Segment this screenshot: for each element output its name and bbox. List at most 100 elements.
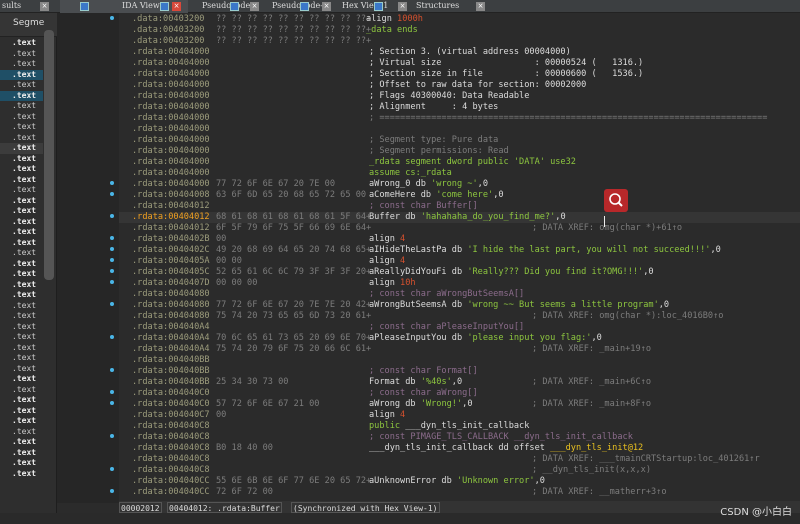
segment-row[interactable]: .text: [0, 217, 43, 228]
segment-row[interactable]: .text: [0, 175, 43, 186]
listing-line[interactable]: .rdata:004040C0 57 72 6F 6E 67 21 00 aWron…: [119, 399, 800, 410]
listing-line[interactable]: .data:00403200 ?? ?? ?? ?? ?? ?? ?? ?? ??…: [119, 14, 800, 25]
listing-line[interactable]: .rdata:00404000 ; Virtual size : 00000524…: [119, 58, 800, 69]
segment-row[interactable]: .text: [0, 248, 43, 259]
segment-row[interactable]: .text: [0, 206, 43, 217]
listing-line[interactable]: .rdata:00404000 ; Alignment : 4 bytes: [119, 102, 800, 113]
breakpoint-dot-icon[interactable]: [110, 401, 114, 405]
segment-row[interactable]: .text: [0, 80, 43, 91]
disassembly-listing[interactable]: .data:00403200 ?? ?? ?? ?? ?? ?? ?? ?? ??…: [119, 13, 800, 503]
tab-structures[interactable]: Structures ×: [352, 0, 492, 13]
listing-line[interactable]: .rdata:00404080 75 74 20 73 65 65 6D 73 2…: [119, 311, 800, 322]
segment-row[interactable]: .text: [0, 332, 43, 343]
segment-row[interactable]: .text: [0, 448, 43, 459]
segment-row[interactable]: .text: [0, 395, 43, 406]
xref-comment[interactable]: ; DATA XREF: _main+6C↑o: [532, 377, 651, 388]
breakpoint-dot-icon[interactable]: [110, 335, 114, 339]
listing-line[interactable]: .rdata:00404000 assume cs:_rdata: [119, 168, 800, 179]
breakpoint-dot-icon[interactable]: [110, 302, 114, 306]
segment-row[interactable]: .text: [0, 227, 43, 238]
xref-comment[interactable]: ; DATA XREF: ___tmainCRTStartup:loc_4012…: [532, 454, 760, 465]
listing-line[interactable]: .data:00403200 ?? ?? ?? ?? ?? ?? ?? ?? ??…: [119, 25, 800, 36]
listing-line[interactable]: .rdata:0040405C 52 65 61 6C 6C 79 3F 3F 3…: [119, 267, 800, 278]
xref-comment[interactable]: ; DATA XREF: omg(char *):loc_4016B0↑o: [532, 311, 723, 322]
segment-row[interactable]: .text: [0, 458, 43, 469]
xref-comment[interactable]: ; DATA XREF: omg(char *)+61↑o: [532, 223, 682, 234]
listing-line[interactable]: .rdata:004040C0 ; const char aWrong[]: [119, 388, 800, 399]
listing-line[interactable]: .rdata:00404000 ; Segment permissions: Re…: [119, 146, 800, 157]
listing-line[interactable]: .rdata:00404000 ; Segment type: Pure data: [119, 135, 800, 146]
listing-line[interactable]: .rdata:004040C8 ; __dyn_tls_init(x,x,x): [119, 465, 800, 476]
listing-line[interactable]: .rdata:00404000 ; Section size in file : …: [119, 69, 800, 80]
segment-row[interactable]: .text: [0, 122, 43, 133]
segment-row[interactable]: .text: [0, 238, 43, 249]
breakpoint-dot-icon[interactable]: [110, 214, 114, 218]
listing-line[interactable]: .rdata:00404080 ; const char aWrongButSee…: [119, 289, 800, 300]
segment-row[interactable]: .text: [0, 38, 43, 49]
breakpoint-dot-icon[interactable]: [110, 280, 114, 284]
listing-line[interactable]: .rdata:00404000: [119, 124, 800, 135]
listing-line[interactable]: .rdata:00404012 6F 5F 79 6F 75 5F 66 69 6…: [119, 223, 800, 234]
xref-comment[interactable]: ; __dyn_tls_init(x,x,x): [532, 465, 651, 476]
search-button[interactable]: [604, 189, 628, 212]
listing-line[interactable]: .rdata:00404000 ; =======================…: [119, 113, 800, 124]
segment-row[interactable]: .text: [0, 59, 43, 70]
listing-line[interactable]: .rdata:0040407D 00 00 00 align 10h: [119, 278, 800, 289]
listing-line[interactable]: .rdata:004040BB ; const char Format[]: [119, 366, 800, 377]
breakpoint-dot-icon[interactable]: [110, 390, 114, 394]
segment-row[interactable]: .text: [0, 90, 43, 101]
segment-row[interactable]: .text: [0, 322, 43, 333]
listing-line[interactable]: .rdata:004040A4 ; const char aPleaseInput…: [119, 322, 800, 333]
segment-row[interactable]: .text: [0, 259, 43, 270]
close-icon[interactable]: ×: [40, 2, 49, 11]
listing-line[interactable]: .rdata:004040C8 public ___dyn_tls_init_ca…: [119, 421, 800, 432]
breakpoint-dot-icon[interactable]: [110, 434, 114, 438]
listing-line[interactable]: .rdata:004040BB 25 34 30 73 00 Format db '…: [119, 377, 800, 388]
segment-row[interactable]: .text: [0, 416, 43, 427]
xref-comment[interactable]: ; DATA XREF: _main+19↑o: [532, 344, 651, 355]
segment-row[interactable]: .text: [0, 133, 43, 144]
close-icon[interactable]: ×: [476, 2, 485, 11]
listing-line[interactable]: .rdata:004040A4 75 74 20 79 6F 75 20 66 6…: [119, 344, 800, 355]
listing-line[interactable]: .rdata:004040BB: [119, 355, 800, 366]
listing-line[interactable]: .rdata:004040C8 ; const PIMAGE_TLS_CALLBA…: [119, 432, 800, 443]
segment-row[interactable]: .text: [0, 364, 43, 375]
segment-row[interactable]: .text: [0, 49, 43, 60]
tab-sults[interactable]: sults ×: [0, 0, 56, 13]
segment-row[interactable]: .text: [0, 385, 43, 396]
listing-line[interactable]: .rdata:004040CC 72 6F 72 00 ; DATA XREF: _…: [119, 487, 800, 498]
listing-line[interactable]: .rdata:00404008 63 6F 6D 65 20 68 65 72 6…: [119, 190, 800, 201]
listing-line[interactable]: .rdata:0040402B 00 align 4: [119, 234, 800, 245]
listing-line[interactable]: .rdata:00404012 68 61 68 61 68 61 68 61 5…: [119, 212, 800, 223]
listing-line[interactable]: .rdata:0040405A 00 00 align 4: [119, 256, 800, 267]
listing-line[interactable]: .rdata:004040C8 ; DATA XREF: ___tmainCRTS…: [119, 454, 800, 465]
listing-line[interactable]: .rdata:00404000 ; Offset to raw data for …: [119, 80, 800, 91]
breakpoint-dot-icon[interactable]: [110, 467, 114, 471]
listing-line[interactable]: .rdata:0040402C 49 20 68 69 64 65 20 74 6…: [119, 245, 800, 256]
listing-line[interactable]: .rdata:004040CC 55 6E 6B 6E 6F 77 6E 20 6…: [119, 476, 800, 487]
segment-row[interactable]: .text: [0, 406, 43, 417]
breakpoint-dot-icon[interactable]: [110, 258, 114, 262]
segment-row[interactable]: .text: [0, 374, 43, 385]
listing-line[interactable]: .rdata:00404000 _rdata segment dword publ…: [119, 157, 800, 168]
segment-row[interactable]: .text: [0, 301, 43, 312]
segment-row[interactable]: .text: [0, 69, 43, 80]
segment-row[interactable]: .text: [0, 143, 43, 154]
segment-row[interactable]: .text: [0, 353, 43, 364]
listing-line[interactable]: .rdata:004040A4 70 6C 65 61 73 65 20 69 6…: [119, 333, 800, 344]
listing-line[interactable]: .data:00403200 ?? ?? ?? ?? ?? ?? ?? ?? ??…: [119, 36, 800, 47]
listing-line[interactable]: .rdata:00404000 ; Flags 40300040: Data Re…: [119, 91, 800, 102]
segment-row[interactable]: .text: [0, 101, 43, 112]
segment-row[interactable]: .text: [0, 311, 43, 322]
breakpoint-dot-icon[interactable]: [110, 16, 114, 20]
listing-line[interactable]: .rdata:004040C8 B0 18 40 00 ___dyn_tls_ini…: [119, 443, 800, 454]
segment-row[interactable]: .text: [0, 196, 43, 207]
breakpoint-dot-icon[interactable]: [110, 489, 114, 493]
xref-comment[interactable]: ; DATA XREF: _main+8F↑o: [532, 399, 651, 410]
segment-row[interactable]: .text: [0, 437, 43, 448]
segment-row[interactable]: .text: [0, 164, 43, 175]
xref-comment[interactable]: ; DATA XREF: __matherr+3↑o: [532, 487, 667, 498]
breakpoint-dot-icon[interactable]: [110, 181, 114, 185]
segment-row[interactable]: .text: [0, 112, 43, 123]
listing-line[interactable]: .rdata:00404080 77 72 6F 6E 67 20 7E 7E 2…: [119, 300, 800, 311]
